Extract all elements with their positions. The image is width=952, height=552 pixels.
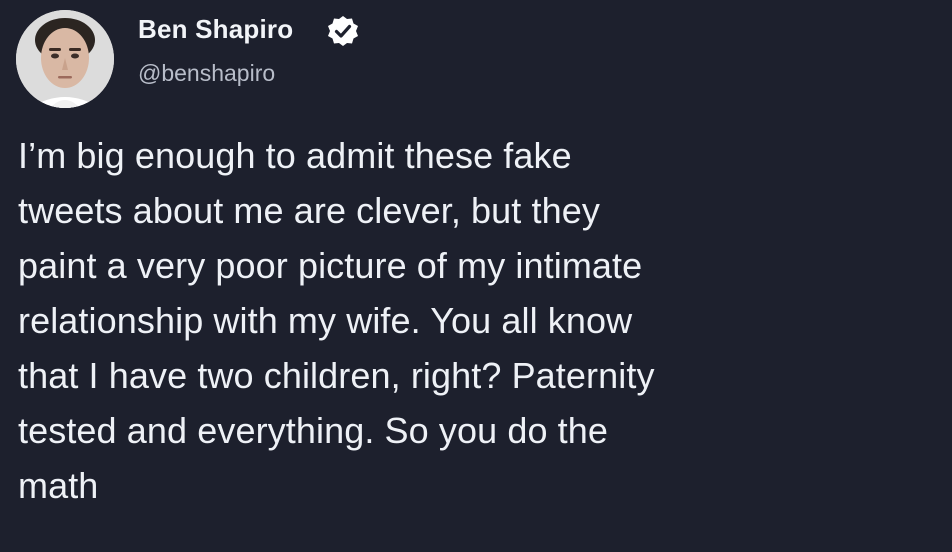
tweet-text-line: tweets about me are clever, but they [18, 190, 600, 231]
tweet-text: I’m big enough to admit these fake tweet… [18, 128, 938, 513]
avatar[interactable] [16, 10, 114, 108]
display-name[interactable]: Ben Shapiro [138, 14, 293, 45]
tweet-text-line: paint a very poor picture of my intimate [18, 245, 643, 286]
user-handle[interactable]: @benshapiro [138, 60, 275, 87]
tweet-text-line: tested and everything. So you do the [18, 410, 609, 451]
tweet-text-line: math [18, 465, 99, 506]
verified-badge-icon [326, 14, 360, 48]
tweet-text-line: that I have two children, right? Paterni… [18, 355, 655, 396]
tweet-card: Ben Shapiro @benshapiro I’m big enough t… [0, 0, 952, 552]
tweet-text-line: relationship with my wife. You all know [18, 300, 633, 341]
avatar-photo-icon [16, 10, 114, 108]
tweet-text-line: I’m big enough to admit these fake [18, 135, 572, 176]
